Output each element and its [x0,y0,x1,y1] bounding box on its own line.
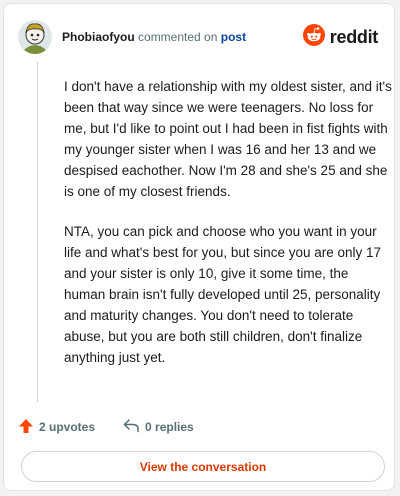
comment-actions: 2 upvotes 0 replies [18,417,194,437]
reddit-wordmark: reddit [329,27,379,47]
action-text: commented on [138,30,218,44]
avatar[interactable] [18,20,52,54]
author-name[interactable]: Phobiaofyou [62,30,135,44]
comment-header: Phobiaofyou commented on post reddit [18,20,380,54]
comment-paragraph: NTA, you can pick and choose who you wan… [64,224,382,365]
reply-icon [123,418,145,436]
upvote-arrow-icon [18,418,39,437]
post-link[interactable]: post [221,30,246,44]
upvote-count: 2 upvotes [39,420,96,434]
replies-button[interactable]: 0 replies [123,418,194,436]
comment-meta: Phobiaofyou commented on post [62,30,246,44]
reddit-logo-icon [302,24,325,51]
upvote-button[interactable]: 2 upvotes [18,418,95,437]
reply-count: 0 replies [145,420,194,434]
thread-line [37,62,38,402]
comment-paragraph: I don't have a relationship with my olde… [64,79,392,199]
view-conversation-button[interactable]: View the conversation [21,451,385,482]
comment-embed-card: Phobiaofyou commented on post reddit I d… [3,3,395,491]
comment-body: I don't have a relationship with my olde… [64,76,393,387]
reddit-logo[interactable]: reddit [302,24,379,51]
